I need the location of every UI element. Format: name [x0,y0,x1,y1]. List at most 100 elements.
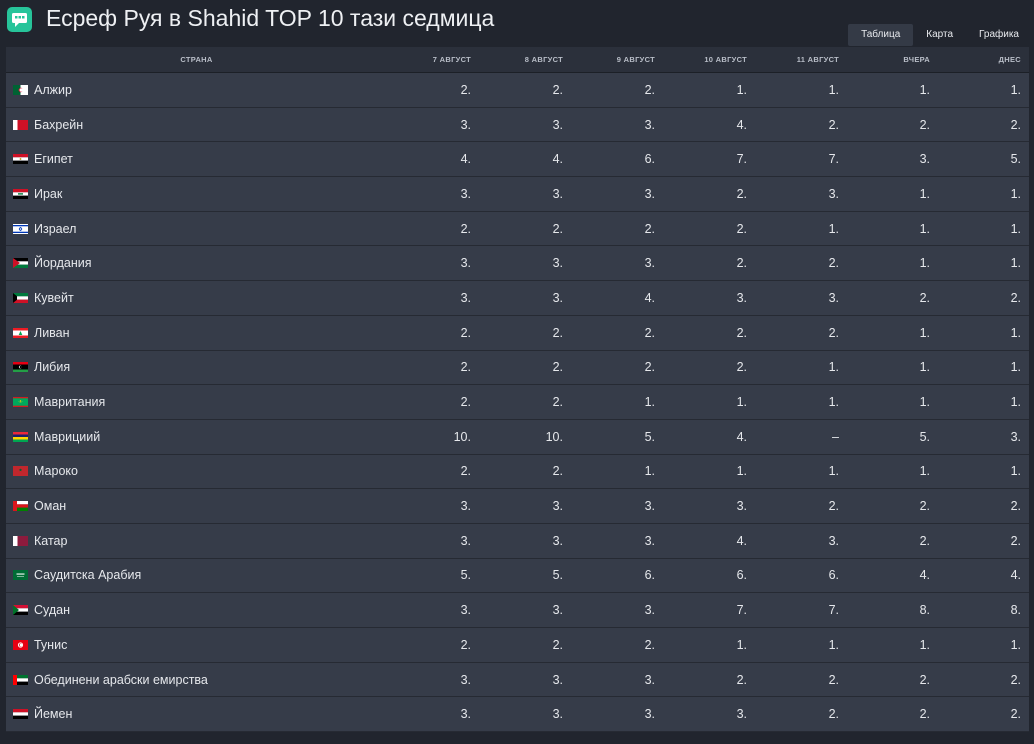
rank-cell-yesterday: 1. [847,73,938,108]
country-name: Бахрейн [34,117,84,132]
table-row: Бахрейн 3. 3. 3. 4. 2. 2. 2. [6,107,1029,143]
country-name: Йемен [34,707,73,722]
table-row: Алжир 2. 2. 2. 1. 1. 1. 1. [6,73,1029,108]
column-header-aug-9[interactable]: 9 август [571,47,663,73]
country-cell: Ирак [6,177,387,212]
rank-cell-aug-10: 4. [663,107,755,143]
table-row: Катар 3. 3. 3. 4. 3. 2. 2. [6,523,1029,559]
tab-table[interactable]: Таблица [848,24,914,46]
rank-cell-aug-8: 2. [479,73,571,108]
country-name: Мароко [34,464,78,479]
rank-cell-aug-8: 2. [479,315,571,351]
column-header-aug-10[interactable]: 10 август [663,47,755,73]
table-row: Маврициий 10. 10. 5. 4. –5. 3. [6,419,1029,455]
table-row: Тунис 2. 2. 2. 1. 1. 1. 1. [6,628,1029,663]
country-cell: Судан [6,593,387,628]
rank-cell-aug-7: 2. [387,454,479,490]
rank-cell-today: 1. [938,315,1029,351]
rank-cell-today: 8. [938,593,1029,628]
rank-cell-yesterday: 1. [847,385,938,420]
column-header-aug-8[interactable]: 8 август [479,47,571,73]
rank-cell-today: 2. [938,662,1029,698]
rank-cell-yesterday: 1. [847,246,938,282]
country-name: Египет [34,152,73,167]
rank-cell-aug-9: 3. [571,489,663,524]
rank-cell-aug-10: 3. [663,489,755,524]
column-header-aug-11[interactable]: 11 август [755,47,847,73]
country-name: Йордания [34,256,92,271]
table-row: Либия 2. 2. 2. 2. 1. 1. 1. [6,350,1029,386]
country-name: Мавритания [34,395,106,410]
country-cell: Катар [6,523,387,559]
column-header-yesterday[interactable]: Вчера [847,47,938,73]
tab-chart[interactable]: Графика [966,24,1032,46]
rank-cell-yesterday: 2. [847,281,938,316]
column-header-aug-7[interactable]: 7 август [387,47,479,73]
rank-cell-aug-11: 1. [755,454,847,490]
table-row: Кувейт 3. 3. 4. 3. 3. 2. 2. [6,281,1029,316]
rank-cell-aug-8: 2. [479,350,571,386]
rank-cell-yesterday: 1. [847,454,938,490]
rank-cell-aug-9: 3. [571,523,663,559]
rank-cell-aug-11: 7. [755,142,847,178]
rank-cell-aug-9: 6. [571,558,663,594]
rank-cell-aug-9: 1. [571,454,663,490]
rank-cell-aug-9: 2. [571,211,663,247]
rank-cell-aug-10: 6. [663,558,755,594]
country-name: Ливан [34,325,70,340]
rank-cell-aug-11: 7. [755,593,847,628]
rank-cell-yesterday: 2. [847,523,938,559]
chat-bubble-icon[interactable] [7,7,32,32]
rank-cell-aug-10: 2. [663,211,755,247]
rank-cell-aug-10: 2. [663,315,755,351]
rank-cell-aug-8: 3. [479,177,571,212]
ranking-table: Страна 7 август 8 август 9 август 10 авг… [6,47,1029,733]
country-cell: Маврициий [6,419,387,455]
table-row: Мароко 2. 2. 1. 1. 1. 1. 1. [6,454,1029,490]
rank-cell-aug-8: 3. [479,662,571,698]
country-cell: Йордания [6,246,387,282]
table-row: Йемен 3. 3. 3. 3. 2. 2. 2. [6,697,1029,733]
rank-cell-aug-9: 3. [571,246,663,282]
rank-cell-aug-7: 10. [387,419,479,455]
country-cell: Бахрейн [6,107,387,143]
tab-map[interactable]: Карта [913,24,966,46]
rank-cell-yesterday: 3. [847,142,938,178]
rank-cell-yesterday: 1. [847,628,938,663]
rank-cell-aug-8: 2. [479,628,571,663]
page-title: Есреф Руя в Shahid TOP 10 тази седмица [46,5,495,31]
rank-cell-aug-8: 3. [479,107,571,143]
rank-cell-aug-8: 2. [479,385,571,420]
rank-cell-aug-10: 4. [663,523,755,559]
rank-cell-aug-9: 6. [571,142,663,178]
country-name: Обединени арабски емирства [34,672,208,687]
table-row: Саудитска Арабия 5. 5. 6. 6. 6. 4. 4. [6,558,1029,594]
table-row: Израел 2. 2. 2. 2. 1. 1. 1. [6,211,1029,247]
table-row: Мавритания 2. 2. 1. 1. 1. 1. 1. [6,385,1029,420]
rank-cell-yesterday: 1. [847,177,938,212]
column-header-country[interactable]: Страна [6,47,387,73]
rank-cell-aug-9: 2. [571,315,663,351]
rank-cell-aug-9: 2. [571,73,663,108]
table-row: Египет 4. 4. 6. 7. 7. 3. 5. [6,142,1029,178]
rank-cell-aug-11: 2. [755,697,847,733]
rank-cell-today: 1. [938,211,1029,247]
morocco-flag-icon [13,465,28,477]
tunisia-flag-icon [13,639,28,650]
country-cell: Кувейт [6,281,387,316]
rank-cell-aug-10: 7. [663,593,755,628]
column-header-today[interactable]: Днес [938,47,1029,73]
iraq-flag-icon [13,188,28,200]
country-cell: Обединени арабски емирства [6,662,387,698]
rank-cell-aug-11: 1. [755,211,847,247]
rank-cell-today: 1. [938,177,1029,212]
egypt-flag-icon [13,153,28,165]
country-name: Израел [34,221,77,236]
country-cell: Тунис [6,628,387,663]
rank-cell-aug-7: 2. [387,628,479,663]
rank-cell-today: 2. [938,523,1029,559]
table-header-row: Страна 7 август 8 август 9 август 10 авг… [6,47,1029,73]
rank-cell-aug-11: 2. [755,107,847,143]
country-name: Кувейт [34,290,74,305]
country-name: Ирак [34,186,63,201]
